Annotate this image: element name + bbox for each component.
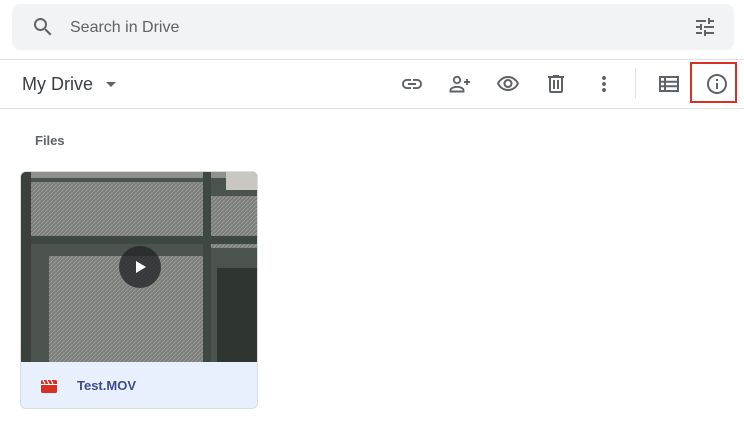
search-icon[interactable] [31, 15, 55, 39]
chevron-down-icon [106, 81, 116, 87]
file-footer: Test.MOV [21, 362, 257, 408]
play-icon [136, 261, 146, 273]
video-file-icon [41, 378, 57, 394]
video-thumbnail [21, 172, 257, 362]
search-bar[interactable] [12, 4, 734, 50]
header-divider [0, 59, 744, 60]
eye-icon [497, 76, 519, 91]
my-drive-dropdown[interactable]: My Drive [22, 70, 116, 98]
preview-button[interactable] [493, 69, 523, 99]
toolbar-bottom-divider [0, 108, 744, 109]
search-input[interactable] [68, 12, 632, 44]
more-vert-icon [602, 76, 606, 92]
list-layout-button[interactable] [654, 69, 684, 99]
details-highlight-box [690, 62, 737, 103]
page-title: My Drive [22, 73, 93, 94]
remove-button[interactable] [541, 69, 571, 99]
more-actions-button[interactable] [589, 69, 619, 99]
file-card[interactable]: Test.MOV [20, 171, 258, 409]
file-name: Test.MOV [77, 378, 136, 393]
trash-icon [548, 75, 564, 93]
share-button[interactable] [445, 69, 475, 99]
files-section-label: Files [35, 133, 65, 148]
link-icon [402, 79, 422, 89]
list-view-icon [659, 76, 679, 92]
get-link-button[interactable] [397, 69, 427, 99]
play-button[interactable] [119, 246, 161, 288]
person-add-icon [449, 75, 470, 93]
search-options-icon[interactable] [693, 15, 717, 39]
toolbar-divider [635, 68, 636, 98]
